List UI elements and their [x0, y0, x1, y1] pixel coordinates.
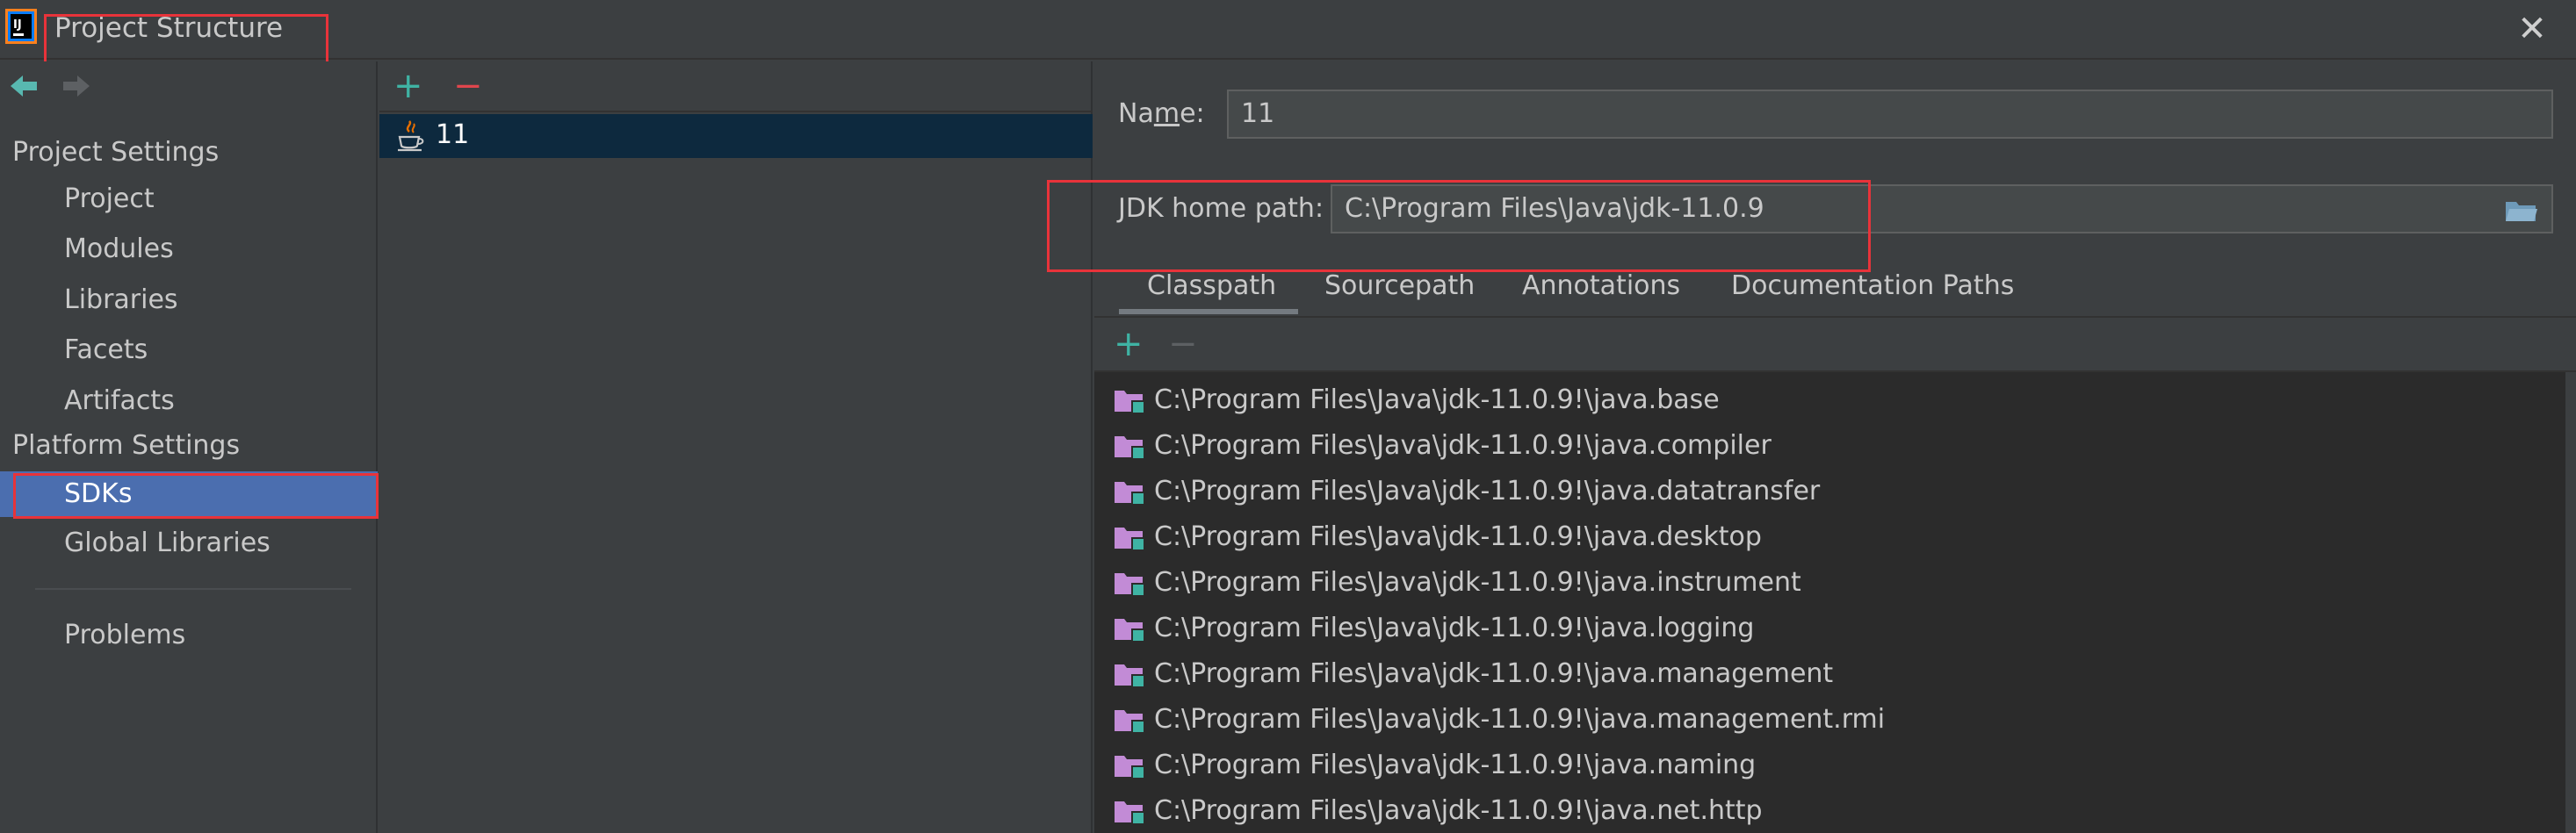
module-folder-icon [1115, 573, 1145, 597]
list-item[interactable]: C:\Program Files\Java\jdk-11.0.9!\java.c… [1094, 423, 2565, 469]
sidebar-item-modules[interactable]: Modules [0, 226, 378, 272]
sdk-list-panel [379, 61, 1093, 833]
sidebar-divider [35, 588, 351, 590]
name-label-mnemonic: m [1153, 98, 1180, 129]
name-label-prefix: Na [1118, 98, 1154, 129]
list-item[interactable]: C:\Program Files\Java\jdk-11.0.9!\java.n… [1094, 788, 2565, 833]
name-label-suffix: e: [1180, 98, 1205, 129]
classpath-entry-label: C:\Program Files\Java\jdk-11.0.9!\java.d… [1154, 476, 1821, 506]
back-arrow-icon[interactable] [9, 72, 39, 100]
browse-folder-icon[interactable] [2504, 197, 2539, 225]
active-tab-indicator [1119, 309, 1298, 314]
classpath-entry-label: C:\Program Files\Java\jdk-11.0.9!\java.m… [1154, 658, 1834, 689]
svg-text:IJ: IJ [13, 18, 22, 32]
sdk-toolbar: + − [379, 61, 1093, 112]
module-folder-icon [1115, 528, 1145, 551]
tabs-divider [1094, 316, 2576, 318]
list-item[interactable]: C:\Program Files\Java\jdk-11.0.9!\java.i… [1094, 560, 2565, 606]
module-folder-icon [1115, 664, 1145, 688]
sidebar-item-artifacts[interactable]: Artifacts [0, 378, 378, 424]
sidebar-item-global-libraries[interactable]: Global Libraries [0, 521, 378, 566]
platform-settings-title: Platform Settings [12, 430, 241, 461]
module-folder-icon [1115, 756, 1145, 779]
list-item[interactable]: C:\Program Files\Java\jdk-11.0.9!\java.d… [1094, 514, 2565, 560]
intellij-logo-icon: IJ [5, 9, 37, 44]
name-label: Name: [1118, 98, 1205, 129]
forward-arrow-icon[interactable] [61, 72, 91, 100]
list-item[interactable]: C:\Program Files\Java\jdk-11.0.9!\java.d… [1094, 469, 2565, 514]
classpath-entry-label: C:\Program Files\Java\jdk-11.0.9!\java.d… [1154, 521, 1762, 552]
jdk-home-path-field[interactable]: C:\Program Files\Java\jdk-11.0.9 [1331, 184, 2553, 233]
java-cup-icon [398, 120, 424, 152]
classpath-entry-label: C:\Program Files\Java\jdk-11.0.9!\java.i… [1154, 567, 1801, 598]
classpath-entry-label: C:\Program Files\Java\jdk-11.0.9!\java.l… [1154, 613, 1755, 643]
classpath-entry-label: C:\Program Files\Java\jdk-11.0.9!\java.n… [1154, 795, 1763, 826]
classpath-scrollbar[interactable] [2565, 372, 2576, 833]
module-folder-icon [1115, 436, 1145, 460]
list-item[interactable]: C:\Program Files\Java\jdk-11.0.9!\java.l… [1094, 606, 2565, 651]
sidebar-item-problems[interactable]: Problems [0, 613, 378, 658]
jdk-home-path-value: C:\Program Files\Java\jdk-11.0.9 [1345, 193, 1764, 224]
add-classpath-button[interactable]: + [1114, 327, 1144, 362]
list-item[interactable]: C:\Program Files\Java\jdk-11.0.9!\java.m… [1094, 651, 2565, 697]
window-title: Project Structure [54, 12, 284, 44]
module-folder-icon [1115, 710, 1145, 734]
project-settings-title: Project Settings [12, 137, 220, 168]
classpath-list[interactable]: C:\Program Files\Java\jdk-11.0.9!\java.b… [1094, 372, 2565, 833]
remove-classpath-button[interactable]: − [1168, 327, 1198, 362]
add-sdk-button[interactable]: + [393, 68, 423, 104]
tab-annotations[interactable]: Annotations [1522, 270, 1680, 301]
module-folder-icon [1115, 391, 1145, 414]
jdk-home-path-label: JDK home path: [1118, 193, 1324, 224]
name-field[interactable]: 11 [1227, 90, 2553, 139]
sidebar-item-project[interactable]: Project [0, 176, 378, 222]
list-item[interactable]: C:\Program Files\Java\jdk-11.0.9!\java.n… [1094, 743, 2565, 788]
sdk-item-label: 11 [436, 119, 470, 150]
module-folder-icon [1115, 482, 1145, 506]
sidebar-item-libraries[interactable]: Libraries [0, 277, 378, 323]
classpath-entry-label: C:\Program Files\Java\jdk-11.0.9!\java.m… [1154, 704, 1886, 735]
classpath-entry-label: C:\Program Files\Java\jdk-11.0.9!\java.c… [1154, 430, 1771, 461]
list-item[interactable]: C:\Program Files\Java\jdk-11.0.9!\java.b… [1094, 377, 2565, 423]
tab-documentation-paths[interactable]: Documentation Paths [1731, 270, 2014, 301]
title-bar: IJ Project Structure ✕ [0, 0, 2576, 60]
sdk-list-item[interactable]: 11 [379, 114, 1093, 158]
module-folder-icon [1115, 619, 1145, 643]
list-item[interactable]: C:\Program Files\Java\jdk-11.0.9!\java.m… [1094, 697, 2565, 743]
module-folder-icon [1115, 801, 1145, 825]
close-button[interactable]: ✕ [2512, 9, 2552, 49]
sidebar-item-sdks[interactable]: SDKs [0, 471, 378, 517]
remove-sdk-button[interactable]: − [453, 68, 483, 104]
classpath-entry-label: C:\Program Files\Java\jdk-11.0.9!\java.n… [1154, 750, 1757, 780]
classpath-entry-label: C:\Program Files\Java\jdk-11.0.9!\java.b… [1154, 384, 1720, 415]
sidebar-item-facets[interactable]: Facets [0, 327, 378, 373]
tab-classpath[interactable]: Classpath [1147, 270, 1276, 301]
tab-sourcepath[interactable]: Sourcepath [1324, 270, 1475, 301]
